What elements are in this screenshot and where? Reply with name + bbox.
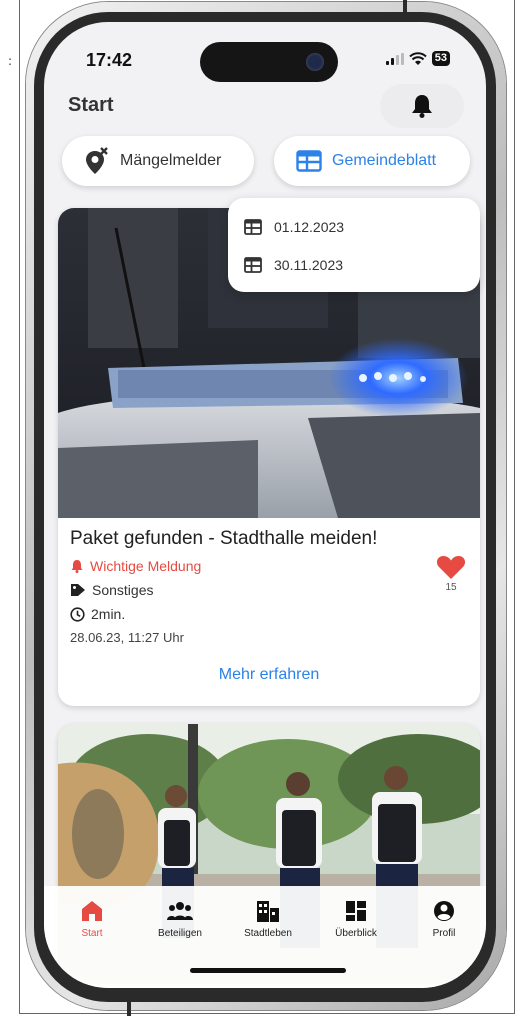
news-category: Sonstiges <box>70 582 153 598</box>
important-label: Wichtige Meldung <box>90 558 202 574</box>
home-indicator[interactable] <box>190 968 346 973</box>
location-x-icon <box>84 147 110 175</box>
like-count: 15 <box>445 582 457 593</box>
tab-ueberblick[interactable]: Überblick <box>314 900 398 939</box>
tab-label: Profil <box>432 928 456 939</box>
tab-label: Beteiligen <box>158 928 202 939</box>
news-title: Paket gefunden - Stadthalle meiden! <box>70 528 378 549</box>
gemeindeblatt-label: Gemeindeblatt <box>332 152 437 169</box>
maengelmelder-label: Mängelmelder <box>120 152 222 169</box>
city-icon <box>257 901 279 922</box>
tab-start[interactable]: Start <box>50 900 134 939</box>
tab-label: Stadtleben <box>244 928 292 939</box>
tab-label: Start <box>81 928 103 939</box>
signal-icon <box>385 52 404 65</box>
status-time: 17:42 <box>86 50 133 70</box>
profile-icon <box>434 901 454 921</box>
tab-beteiligen[interactable]: Beteiligen <box>138 900 222 939</box>
tab-profil[interactable]: Profil <box>402 900 486 939</box>
news-duration: 2min. <box>70 606 125 622</box>
important-badge: Wichtige Meldung <box>70 558 201 574</box>
tab-label: Überblick <box>335 928 377 939</box>
status-indicators: 53 <box>385 51 450 66</box>
dashboard-icon <box>346 901 366 921</box>
edge-mark: : <box>8 54 13 68</box>
battery-icon: 53 <box>431 51 450 66</box>
house-icon <box>82 901 102 921</box>
category-label: Sonstiges <box>92 582 154 598</box>
more-link[interactable]: Mehr erfahren <box>58 666 480 684</box>
newspaper-icon <box>244 257 262 273</box>
side-button <box>403 0 407 18</box>
dropdown-item[interactable]: 01.12.2023 <box>244 219 344 235</box>
dynamic-island <box>200 42 338 82</box>
wifi-icon <box>409 51 427 65</box>
gemeindeblatt-dropdown: 01.12.2023 30.11.2023 <box>228 198 480 292</box>
clock-icon <box>70 606 85 622</box>
like-button[interactable]: 15 <box>436 554 466 593</box>
news-date: 28.06.23, 11:27 Uhr <box>70 630 184 645</box>
dropdown-item-label: 30.11.2023 <box>274 257 344 273</box>
bell-icon <box>412 95 432 118</box>
heart-icon <box>436 556 466 579</box>
status-bar: 17:42 53 <box>44 22 486 82</box>
dropdown-item-label: 01.12.2023 <box>274 219 345 235</box>
maengelmelder-button[interactable]: Mängelmelder <box>62 136 254 186</box>
duration-label: 2min. <box>91 606 126 622</box>
dropdown-item[interactable]: 30.11.2023 <box>244 257 343 273</box>
people-icon <box>167 902 193 920</box>
notifications-button[interactable] <box>380 84 464 128</box>
side-button <box>127 998 131 1016</box>
newspaper-icon <box>296 149 322 173</box>
camera-icon <box>306 53 324 71</box>
tag-icon <box>71 584 85 596</box>
phone-screen: 17:42 53 Start Mängelmelder Gemeindeblat… <box>44 22 486 988</box>
alert-bell-icon <box>71 560 83 573</box>
tab-stadtleben[interactable]: Stadtleben <box>226 900 310 939</box>
page-title: Start <box>68 94 114 116</box>
gemeindeblatt-button[interactable]: Gemeindeblatt <box>274 136 470 186</box>
newspaper-icon <box>244 219 262 235</box>
